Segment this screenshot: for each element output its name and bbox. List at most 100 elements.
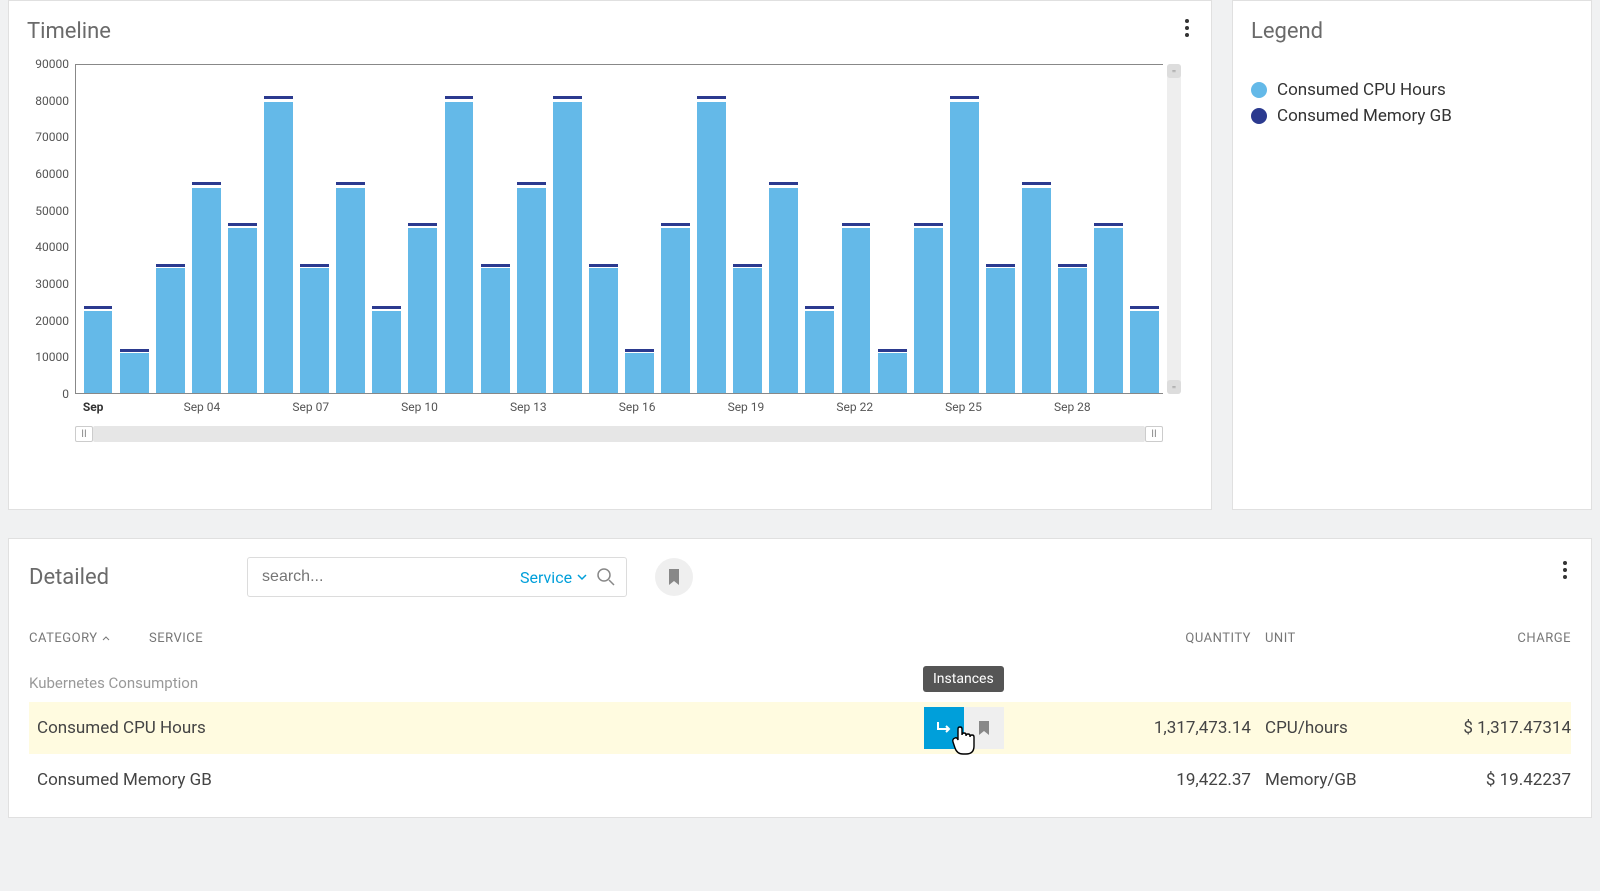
- bar-slot: [80, 64, 116, 393]
- memory-marker: [84, 306, 113, 309]
- filter-dropdown[interactable]: Service: [520, 568, 588, 587]
- bar-slot: [297, 64, 333, 393]
- cpu-bar[interactable]: [228, 228, 257, 393]
- bar-slot: [333, 64, 369, 393]
- cpu-bar[interactable]: [156, 268, 185, 393]
- memory-marker: [769, 182, 798, 185]
- table-row[interactable]: Consumed Memory GB 19,422.37 Memory/GB $…: [29, 754, 1571, 806]
- search-icon[interactable]: [596, 567, 616, 587]
- scroll-top-handle[interactable]: =: [1167, 64, 1181, 78]
- cpu-bar[interactable]: [517, 188, 546, 393]
- detailed-menu-button[interactable]: [1563, 561, 1567, 579]
- x-axis: SepSep 04Sep 07Sep 10Sep 13Sep 16Sep 19S…: [75, 400, 1163, 420]
- y-tick-label: 60000: [35, 167, 69, 181]
- memory-marker: [697, 96, 726, 99]
- bar-slot: [260, 64, 296, 393]
- cpu-bar[interactable]: [986, 268, 1015, 393]
- legend-item[interactable]: Consumed CPU Hours: [1251, 80, 1573, 100]
- row-charge: $ 1,317.47314: [1431, 718, 1571, 738]
- memory-marker: [805, 306, 834, 309]
- y-tick-label: 90000: [35, 57, 69, 71]
- bar-slot: [1018, 64, 1054, 393]
- table-row[interactable]: Instances Consumed CPU Hours 1,317,473.1…: [29, 702, 1571, 754]
- x-tick-label: Sep 07: [292, 400, 329, 414]
- header-charge[interactable]: CHARGE: [1431, 631, 1571, 646]
- scroll-bottom-handle[interactable]: =: [1167, 380, 1181, 394]
- cpu-bar[interactable]: [697, 102, 726, 394]
- cpu-bar[interactable]: [878, 353, 907, 393]
- cpu-bar[interactable]: [336, 188, 365, 393]
- chart-horizontal-scroll[interactable]: II II: [75, 426, 1163, 442]
- cpu-bar[interactable]: [445, 102, 474, 394]
- memory-marker: [733, 264, 762, 267]
- cpu-bar[interactable]: [553, 102, 582, 394]
- cpu-bar[interactable]: [1130, 311, 1159, 394]
- legend-item[interactable]: Consumed Memory GB: [1251, 106, 1573, 126]
- cpu-bar[interactable]: [120, 353, 149, 393]
- bar-slot: [982, 64, 1018, 393]
- chart-vertical-scroll[interactable]: = =: [1167, 64, 1181, 394]
- cpu-bar[interactable]: [264, 102, 293, 394]
- instances-button[interactable]: [924, 707, 964, 749]
- cpu-bar[interactable]: [842, 228, 871, 393]
- y-tick-label: 80000: [35, 94, 69, 108]
- legend-swatch: [1251, 82, 1267, 98]
- y-tick-label: 0: [62, 387, 69, 401]
- memory-marker: [625, 349, 654, 352]
- cpu-bar[interactable]: [1058, 268, 1087, 393]
- bar-slot: [730, 64, 766, 393]
- scroll-left-handle[interactable]: II: [75, 426, 93, 442]
- cpu-bar[interactable]: [733, 268, 762, 393]
- cpu-bar[interactable]: [1022, 188, 1051, 393]
- cpu-bar[interactable]: [84, 311, 113, 394]
- bookmark-filter-button[interactable]: [655, 558, 693, 596]
- bar-slot: [874, 64, 910, 393]
- memory-marker: [481, 264, 510, 267]
- expand-icon: [935, 719, 953, 737]
- bar-slot: [766, 64, 802, 393]
- search-input[interactable]: [262, 568, 520, 586]
- cpu-bar[interactable]: [914, 228, 943, 393]
- x-tick-label: Sep 19: [728, 400, 765, 414]
- bookmark-icon: [977, 720, 991, 736]
- memory-marker: [1022, 182, 1051, 185]
- bar-slot: [910, 64, 946, 393]
- timeline-panel: Timeline 0100002000030000400005000060000…: [8, 0, 1212, 510]
- header-unit[interactable]: UNIT: [1251, 631, 1431, 646]
- cpu-bar[interactable]: [625, 353, 654, 393]
- memory-marker: [517, 182, 546, 185]
- timeline-menu-button[interactable]: [1185, 19, 1189, 37]
- x-tick-label: Sep 28: [1054, 400, 1091, 414]
- bar-slot: [838, 64, 874, 393]
- memory-marker: [228, 223, 257, 226]
- header-service[interactable]: SERVICE: [149, 631, 1121, 646]
- detailed-panel: Detailed Service CATEGORY SERVICE QUANTI…: [8, 538, 1592, 818]
- timeline-title: Timeline: [27, 19, 1193, 44]
- bar-slot: [513, 64, 549, 393]
- cpu-bar[interactable]: [769, 188, 798, 393]
- cpu-bar[interactable]: [481, 268, 510, 393]
- cpu-bar[interactable]: [805, 311, 834, 394]
- table-header-row: CATEGORY SERVICE QUANTITY UNIT CHARGE: [29, 631, 1571, 656]
- cpu-bar[interactable]: [661, 228, 690, 393]
- header-quantity[interactable]: QUANTITY: [1121, 631, 1251, 646]
- group-label: Kubernetes Consumption: [29, 674, 1571, 692]
- filter-label: Service: [520, 568, 572, 587]
- cpu-bar[interactable]: [408, 228, 437, 393]
- cpu-bar[interactable]: [1094, 228, 1123, 393]
- header-category[interactable]: CATEGORY: [29, 631, 149, 646]
- memory-marker: [372, 306, 401, 309]
- cpu-bar[interactable]: [300, 268, 329, 393]
- cpu-bar[interactable]: [372, 311, 401, 394]
- legend-swatch: [1251, 108, 1267, 124]
- bar-slot: [658, 64, 694, 393]
- bar-slot: [405, 64, 441, 393]
- cpu-bar[interactable]: [589, 268, 618, 393]
- bookmark-row-button[interactable]: [964, 707, 1004, 749]
- cpu-bar[interactable]: [192, 188, 221, 393]
- cpu-bar[interactable]: [950, 102, 979, 394]
- scroll-track[interactable]: [93, 426, 1145, 442]
- row-unit: CPU/hours: [1251, 718, 1431, 738]
- memory-marker: [842, 223, 871, 226]
- scroll-right-handle[interactable]: II: [1145, 426, 1163, 442]
